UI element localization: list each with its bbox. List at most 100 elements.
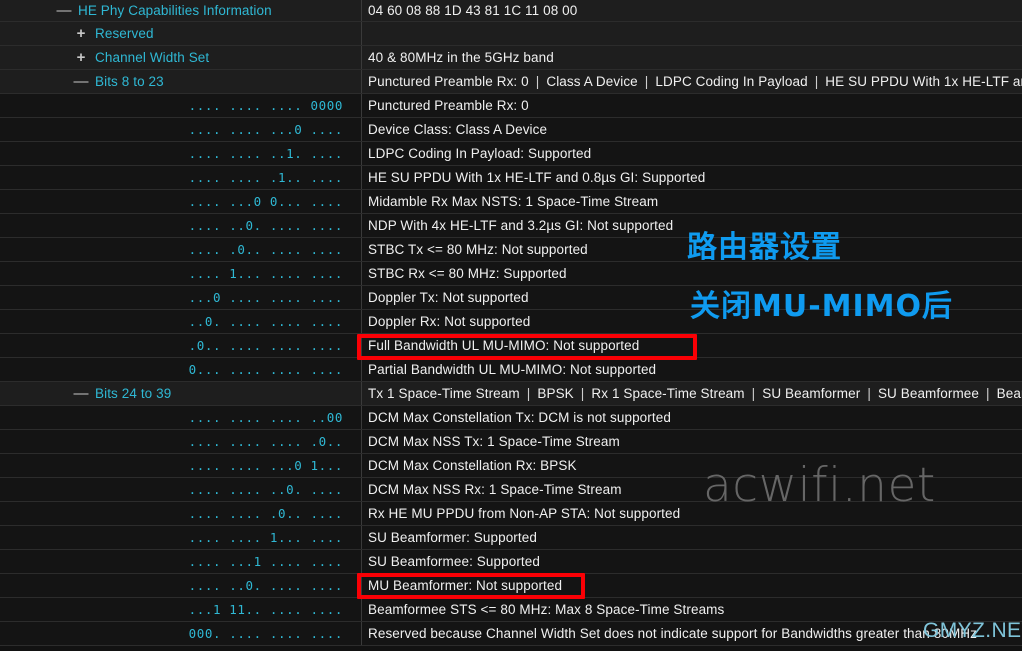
row-value-text: DCM Max NSS Rx: 1 Space-Time Stream [368, 482, 622, 497]
row-value-cell: Tx 1 Space-Time Stream | BPSK | Rx 1 Space-T… [362, 382, 1022, 405]
collapse-minus-icon[interactable]: — [72, 386, 90, 401]
row-value-cell: DCM Max Constellation Tx: DCM is not sup… [362, 406, 1022, 429]
tree-bit-row[interactable]: .... .... 1... .... SU Beamformer: Suppor… [0, 526, 1022, 550]
bit-mask-text: .... .... .... ..00 [188, 410, 343, 425]
bit-mask-text: ...1 11.. .... .... [188, 602, 343, 617]
bit-mask-text: .... ...0 0... .... [188, 194, 343, 209]
row-name-cell[interactable]: .... .... ...0 1... [0, 454, 362, 477]
row-value-cell: Full Bandwidth UL MU-MIMO: Not supported [362, 334, 1022, 357]
row-value-text: DCM Max NSS Tx: 1 Space-Time Stream [368, 434, 620, 449]
row-name-cell[interactable]: .... .... ..1. .... [0, 142, 362, 165]
collapse-minus-icon[interactable]: — [72, 74, 90, 89]
tree-node-inner[interactable]: + Reserved [0, 26, 154, 41]
row-value-text: Doppler Rx: Not supported [368, 314, 531, 329]
tree-bit-row[interactable]: .0.. .... .... .... Full Bandwidth UL MU-… [0, 334, 1022, 358]
bit-mask-text: .... 1... .... .... [188, 266, 343, 281]
row-value-text: DCM Max Constellation Rx: BPSK [368, 458, 577, 473]
bit-mask-text: .... .... .... .0.. [188, 434, 343, 449]
row-value-text: Partial Bandwidth UL MU-MIMO: Not suppor… [368, 362, 657, 377]
row-name-cell[interactable]: ...1 11.. .... .... [0, 598, 362, 621]
row-name-cell[interactable]: .... .... ..0. .... [0, 478, 362, 501]
row-value-cell: Device Class: Class A Device [362, 118, 1022, 141]
row-name-cell[interactable]: — HE Phy Capabilities Information [0, 0, 362, 21]
row-name-cell[interactable]: .... .... .... 0000 [0, 94, 362, 117]
tree-node-row[interactable]: — Bits 8 to 23 Punctured Preamble Rx: 0 | Cl… [0, 70, 1022, 94]
tree-node-row[interactable]: + Reserved [0, 22, 1022, 46]
row-name-cell[interactable]: — Bits 24 to 39 [0, 382, 362, 405]
row-name-cell[interactable]: .0.. .... .... .... [0, 334, 362, 357]
bit-mask-text: .... ..0. .... .... [188, 218, 343, 233]
row-name-cell[interactable]: .... ..0. .... .... [0, 574, 362, 597]
tree-bit-row[interactable]: .... ...1 .... .... SU Beamformee: Suppor… [0, 550, 1022, 574]
tree-bit-row[interactable]: .... ..0. .... .... NDP With 4x HE-LTF an… [0, 214, 1022, 238]
tree-node-inner[interactable]: — HE Phy Capabilities Information [0, 3, 272, 18]
tree-node-inner[interactable]: + Channel Width Set [0, 50, 210, 65]
tree-node-row[interactable]: + Channel Width Set 40 & 80MHz in the 5GHz… [0, 46, 1022, 70]
row-value-text: Punctured Preamble Rx: 0 | Class A Device |… [368, 74, 1022, 89]
bit-mask-text: .... .... 1... .... [188, 530, 343, 545]
row-name-cell[interactable]: .... .... .... ..00 [0, 406, 362, 429]
tree-bit-row[interactable]: .... .... ...0 .... Device Class: Class A… [0, 118, 1022, 142]
row-value-cell: Punctured Preamble Rx: 0 | Class A Device |… [362, 70, 1022, 93]
bit-mask-text: .... .... .0.. .... [188, 506, 343, 521]
tree-node-row[interactable]: — Bits 24 to 39 Tx 1 Space-Time Stream | BPS… [0, 382, 1022, 406]
tree-bit-row[interactable]: .... ..0. .... .... MU Beamformer: Not su… [0, 574, 1022, 598]
row-name-cell[interactable]: + Reserved [0, 22, 362, 45]
row-value-text: Device Class: Class A Device [368, 122, 548, 137]
row-name-cell[interactable]: ..0. .... .... .... [0, 310, 362, 333]
row-name-cell[interactable]: .... .... .1.. .... [0, 166, 362, 189]
row-name-cell[interactable]: + Channel Width Set [0, 46, 362, 69]
row-name-cell[interactable]: .... .0.. .... .... [0, 238, 362, 261]
row-name-cell[interactable]: .... .... ...0 .... [0, 118, 362, 141]
tree-bit-row[interactable]: .... .... .... ..00 DCM Max Constellation… [0, 406, 1022, 430]
row-value-cell: Midamble Rx Max NSTS: 1 Space-Time Strea… [362, 190, 1022, 213]
tree-bit-row[interactable]: .... .0.. .... .... STBC Tx <= 80 MHz: No… [0, 238, 1022, 262]
row-name-cell[interactable]: 000. .... .... .... [0, 622, 362, 645]
row-value-text: Full Bandwidth UL MU-MIMO: Not supported [368, 338, 640, 353]
row-name-cell[interactable]: .... ...1 .... .... [0, 550, 362, 573]
tree-bit-row[interactable]: 0... .... .... .... Partial Bandwidth UL … [0, 358, 1022, 382]
row-name-cell[interactable]: — Bits 8 to 23 [0, 70, 362, 93]
tree-bit-row[interactable]: ...1 11.. .... .... Beamformee STS <= 80 … [0, 598, 1022, 622]
row-value-cell: Partial Bandwidth UL MU-MIMO: Not suppor… [362, 358, 1022, 381]
annotation-mu-mimo-disabled: 关闭MU-MIMO后 [690, 289, 954, 324]
watermark-acwifi: acwifi.net [703, 458, 936, 513]
tree-bit-row[interactable]: .... .... ..1. .... LDPC Coding In Payloa… [0, 142, 1022, 166]
tree-bit-row[interactable]: .... .... .... .0.. DCM Max NSS Tx: 1 Spa… [0, 430, 1022, 454]
row-value-text: NDP With 4x HE-LTF and 3.2µs GI: Not sup… [368, 218, 674, 233]
tree-node-inner[interactable]: — Bits 24 to 39 [0, 386, 172, 401]
row-value-cell: DCM Max NSS Tx: 1 Space-Time Stream [362, 430, 1022, 453]
packet-detail-tree[interactable]: — HE Phy Capabilities Information 04 60 08… [0, 0, 1022, 651]
row-name-cell[interactable]: .... .... .0.. .... [0, 502, 362, 525]
tree-node-label: Bits 8 to 23 [95, 74, 164, 89]
tree-node-inner[interactable]: — Bits 8 to 23 [0, 74, 164, 89]
row-value-text: STBC Rx <= 80 MHz: Supported [368, 266, 567, 281]
row-value-text: Reserved because Channel Width Set does … [368, 626, 977, 641]
tree-bit-row[interactable]: .... ...0 0... .... Midamble Rx Max NSTS:… [0, 190, 1022, 214]
row-value-text: Midamble Rx Max NSTS: 1 Space-Time Strea… [368, 194, 659, 209]
bit-mask-text: .... .... ...0 .... [188, 122, 343, 137]
row-name-cell[interactable]: 0... .... .... .... [0, 358, 362, 381]
row-name-cell[interactable]: .... ...0 0... .... [0, 190, 362, 213]
collapse-minus-icon[interactable]: — [55, 3, 73, 18]
expand-plus-icon[interactable]: + [72, 26, 90, 41]
watermark-gmyz: GMYZ.NET [923, 619, 1022, 642]
tree-bit-row[interactable]: .... .... .1.. .... HE SU PPDU With 1x HE… [0, 166, 1022, 190]
tree-bit-row[interactable]: .... .... .... 0000 Punctured Preamble Rx… [0, 94, 1022, 118]
row-name-cell[interactable]: ...0 .... .... .... [0, 286, 362, 309]
bit-mask-text: .... .... .1.. .... [188, 170, 343, 185]
row-name-cell[interactable]: .... .... .... .0.. [0, 430, 362, 453]
tree-bit-row[interactable]: 000. .... .... .... Reserved because Chan… [0, 622, 1022, 646]
bit-mask-text: .0.. .... .... .... [188, 338, 343, 353]
tree-node-row[interactable]: — HE Phy Capabilities Information 04 60 08… [0, 0, 1022, 22]
row-value-cell: 40 & 80MHz in the 5GHz band [362, 46, 1022, 69]
row-name-cell[interactable]: .... 1... .... .... [0, 262, 362, 285]
row-name-cell[interactable]: .... .... 1... .... [0, 526, 362, 549]
bit-mask-text: .... ..0. .... .... [188, 578, 343, 593]
row-name-cell[interactable]: .... ..0. .... .... [0, 214, 362, 237]
bit-mask-text: ...0 .... .... .... [188, 290, 343, 305]
expand-plus-icon[interactable]: + [72, 50, 90, 65]
row-value-cell: Beamformee STS <= 80 MHz: Max 8 Space-Ti… [362, 598, 1022, 621]
tree-node-label: HE Phy Capabilities Information [78, 3, 272, 18]
row-value-cell: HE SU PPDU With 1x HE-LTF and 0.8µs GI: … [362, 166, 1022, 189]
